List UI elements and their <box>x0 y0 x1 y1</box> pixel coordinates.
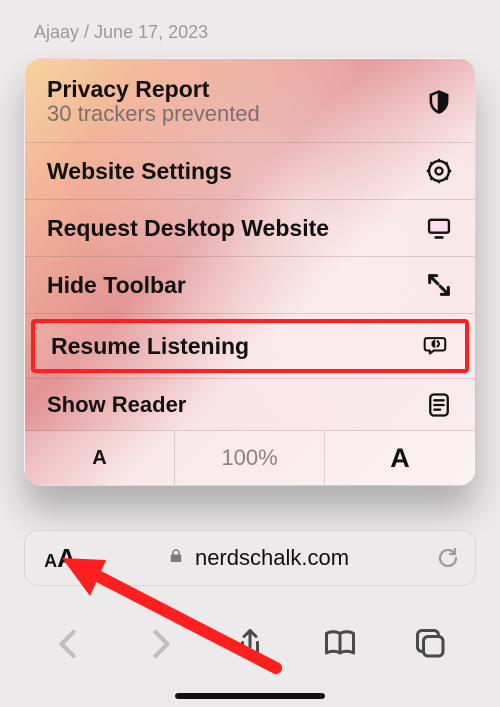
share-button[interactable] <box>232 626 268 662</box>
aa-small-glyph: A <box>44 551 57 572</box>
byline-date: June 17, 2023 <box>94 22 208 42</box>
url-display[interactable]: nerdschalk.com <box>95 545 421 571</box>
safari-bottom-toolbar <box>0 607 500 707</box>
privacy-report-item[interactable]: Privacy Report 30 trackers prevented <box>25 59 475 143</box>
resume-listening-highlight: Resume Listening <box>25 314 475 379</box>
gear-icon <box>425 157 453 185</box>
increase-text-size-button[interactable]: A <box>325 431 475 485</box>
back-button[interactable] <box>51 626 87 662</box>
resume-listening-item[interactable]: Resume Listening <box>31 319 469 373</box>
aa-large-glyph: A <box>57 543 76 574</box>
expand-diagonal-icon <box>425 271 453 299</box>
byline-author: Ajaay <box>34 22 79 42</box>
lock-icon <box>167 545 185 571</box>
speak-bubble-icon <box>421 332 449 360</box>
request-desktop-label: Request Desktop Website <box>47 215 329 242</box>
desktop-icon <box>425 214 453 242</box>
forward-button[interactable] <box>142 626 178 662</box>
tabs-button[interactable] <box>413 626 449 662</box>
url-domain: nerdschalk.com <box>195 545 349 571</box>
address-bar[interactable]: AA nerdschalk.com <box>24 530 476 586</box>
text-size-row: A 100% A <box>25 431 475 485</box>
website-settings-label: Website Settings <box>47 158 232 185</box>
hide-toolbar-label: Hide Toolbar <box>47 272 186 299</box>
byline-sep: / <box>79 22 94 42</box>
bookmarks-button[interactable] <box>322 626 358 662</box>
page-settings-popover: Privacy Report 30 trackers prevented Web… <box>24 58 476 486</box>
privacy-report-subtitle: 30 trackers prevented <box>47 101 260 127</box>
hide-toolbar-item[interactable]: Hide Toolbar <box>25 257 475 314</box>
privacy-report-title: Privacy Report <box>47 76 260 103</box>
show-reader-label: Show Reader <box>47 392 186 418</box>
article-byline: Ajaay / June 17, 2023 <box>34 22 208 43</box>
aa-format-button[interactable]: AA <box>25 543 95 574</box>
request-desktop-item[interactable]: Request Desktop Website <box>25 200 475 257</box>
show-reader-item[interactable]: Show Reader <box>25 379 475 431</box>
website-settings-item[interactable]: Website Settings <box>25 143 475 200</box>
decrease-text-size-button[interactable]: A <box>25 431 175 485</box>
resume-listening-label: Resume Listening <box>51 333 249 360</box>
shield-icon <box>425 88 453 116</box>
zoom-percent-button[interactable]: 100% <box>175 431 325 485</box>
home-indicator <box>175 693 325 699</box>
reader-icon <box>425 391 453 419</box>
reload-button[interactable] <box>421 546 475 570</box>
